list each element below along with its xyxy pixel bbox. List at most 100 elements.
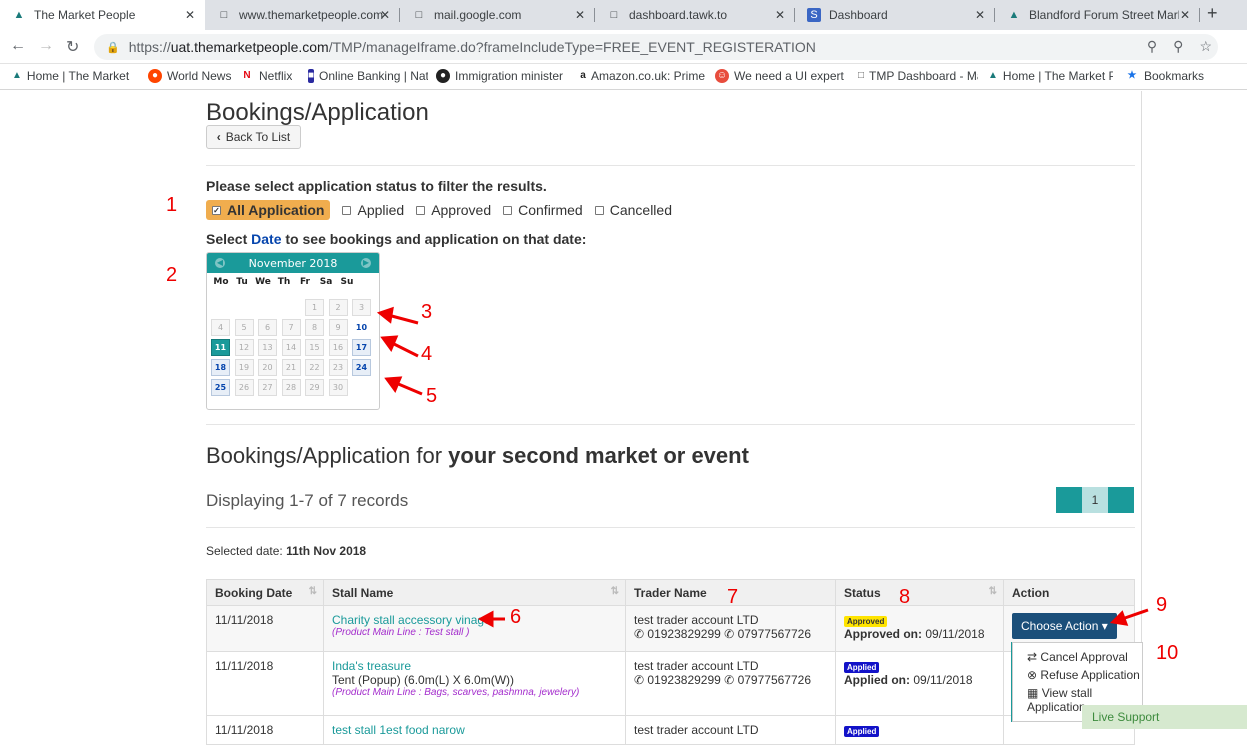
calendar-day[interactable]: 11 — [211, 339, 230, 356]
annotation-number: 10 — [1156, 642, 1179, 664]
bookmark-item[interactable]: ■ Online Banking | Nat — [308, 69, 428, 83]
stall-name-link[interactable]: test stall 1est food narow — [332, 723, 465, 737]
tab-gmail[interactable]: □ mail.google.com ✕ — [400, 0, 595, 30]
zoom-icon[interactable]: ⚲ — [1173, 38, 1183, 55]
annotation-number: 3 — [421, 301, 433, 323]
reload-icon[interactable]: ↻ — [66, 37, 79, 57]
tab-tawk[interactable]: □ dashboard.tawk.to ✕ — [595, 0, 795, 30]
calendar-day: 14 — [281, 339, 301, 356]
close-tab-icon[interactable]: ✕ — [775, 8, 785, 22]
bookmark-item[interactable]: ● World News — [148, 69, 231, 83]
filter-all-application[interactable]: ✓ All Application — [206, 200, 331, 220]
bookings-table: Booking Date ⇅ Stall Name ⇅ Trader Name St… — [206, 579, 1135, 745]
page-icon: □ — [858, 70, 865, 81]
page-content: Bookings/Application ‹ Back To List Plea… — [0, 91, 1247, 745]
stall-detail: Tent (Popup) (6.0m(L) X 6.0m(W)) — [332, 673, 515, 687]
calendar-day: 6 — [258, 319, 277, 336]
bookmark-item[interactable]: ★ Bookmarks — [1125, 69, 1205, 83]
stall-cell: test stall 1est food narow — [323, 715, 626, 745]
calendar-day: 7 — [281, 319, 301, 336]
stall-name-link[interactable]: Inda's treasure — [332, 659, 617, 673]
close-tab-icon[interactable]: ✕ — [1180, 8, 1190, 22]
calendar-day[interactable]: 18 — [211, 359, 230, 376]
calendar-day: 9 — [328, 319, 348, 336]
tab-market-people[interactable]: ▲ The Market People ✕ — [0, 0, 205, 30]
booking-date: 11/11/2018 — [206, 651, 324, 716]
section-title: Bookings/Application for your second mar… — [206, 443, 749, 468]
stall-name-link[interactable]: Charity stall accessory vinage — [332, 613, 491, 627]
dashboard-icon: S — [807, 8, 821, 22]
bookmark-item[interactable]: N Netflix — [240, 69, 292, 83]
chevron-left-icon: ‹ — [216, 130, 221, 144]
grid-icon: ▦ — [1027, 686, 1039, 700]
filter-applied-checkbox[interactable] — [342, 205, 352, 215]
column-header[interactable]: Booking Date ⇅ — [206, 579, 324, 606]
bookmark-item[interactable]: a Amazon.co.uk: Prime — [580, 69, 705, 83]
filter-confirmed-checkbox[interactable] — [503, 205, 513, 215]
calendar-day[interactable]: 17 — [352, 339, 371, 356]
status-badge: Applied — [844, 662, 880, 673]
close-tab-icon[interactable]: ✕ — [380, 8, 390, 22]
calendar-day[interactable]: 25 — [211, 379, 230, 396]
prev-month-icon[interactable]: ◀ — [215, 258, 225, 268]
calendar-day: 30 — [328, 379, 348, 396]
forward-arrow-icon[interactable]: → — [38, 37, 54, 55]
tab-blandford[interactable]: ▲ Blandford Forum Street Marke ✕ — [995, 0, 1200, 30]
pager-page[interactable]: 1 — [1082, 487, 1108, 513]
tab-label: Dashboard — [829, 8, 888, 22]
calendar-day[interactable]: 10 — [352, 319, 371, 336]
bookmark-item[interactable]: ● Immigration minister — [436, 69, 566, 83]
pagination: 1 — [1056, 487, 1134, 513]
cancel-approval-item[interactable]: ⇄ Cancel Approval — [1013, 648, 1142, 666]
pager-next[interactable] — [1108, 487, 1134, 513]
amazon-icon: a — [580, 70, 586, 81]
next-month-icon[interactable]: ▶ — [361, 258, 371, 268]
filter-confirmed-label: Confirmed — [518, 202, 583, 218]
trader-name: test trader account LTD — [634, 659, 759, 673]
market-people-icon: ▲ — [12, 70, 22, 81]
choose-action-button[interactable]: Choose Action ▾ — [1012, 613, 1117, 639]
column-header[interactable]: Stall Name ⇅ — [323, 579, 626, 606]
key-icon[interactable]: ⚲ — [1147, 38, 1157, 55]
records-count: Displaying 1-7 of 7 records — [206, 491, 409, 510]
bookmark-item[interactable]: ▲ Home | The Market P — [988, 69, 1113, 83]
annotation-number: 2 — [166, 264, 178, 286]
url-prefix: https:// — [128, 39, 171, 55]
status-cell: Applied — [835, 715, 1004, 745]
phone-icon: ✆ — [724, 673, 735, 687]
calendar-day: 27 — [258, 379, 277, 396]
tab-www[interactable]: □ www.themarketpeople.com ✕ — [205, 0, 400, 30]
bookmark-item[interactable]: □ TMP Dashboard - Ma — [858, 69, 978, 83]
calendar-day: 20 — [258, 359, 277, 376]
back-arrow-icon[interactable]: ← — [10, 37, 26, 55]
bookmark-item[interactable]: ▲ Home | The Market P — [12, 69, 132, 83]
page-icon: □ — [610, 9, 618, 21]
tab-dashboard[interactable]: S Dashboard ✕ — [795, 0, 995, 30]
sort-icon: ⇅ — [610, 586, 619, 597]
calendar-day[interactable]: 24 — [352, 359, 371, 376]
star-icon[interactable]: ☆ — [1199, 38, 1212, 55]
pager-prev[interactable] — [1056, 487, 1082, 513]
url-host: uat.themarketpeople.com — [170, 39, 329, 55]
calendar-day: 15 — [305, 339, 324, 356]
filter-approved-checkbox[interactable] — [416, 205, 426, 215]
star-icon: ★ — [1127, 70, 1137, 81]
address-bar[interactable]: 🔒 https://uat.themarketpeople.com/TMP/ma… — [94, 34, 1218, 60]
filter-cancelled-checkbox[interactable] — [594, 205, 604, 215]
back-to-list-button[interactable]: ‹ Back To List — [206, 125, 301, 149]
refuse-application-item[interactable]: ⊗ Refuse Application — [1013, 666, 1142, 684]
new-tab-icon[interactable]: + — [1207, 3, 1218, 24]
checkbox-checked-icon: ✓ — [212, 205, 221, 215]
calendar-day: 4 — [211, 319, 230, 336]
product-main-line: (Product Main Line : Bags, scarves, pash… — [332, 687, 580, 698]
phone-icon: ✆ — [724, 627, 735, 641]
column-header[interactable]: Status ⇅ — [835, 579, 1004, 606]
close-tab-icon[interactable]: ✕ — [975, 8, 985, 22]
bookmark-item[interactable]: ☺ We need a UI expert — [715, 69, 845, 83]
calendar-header: ◀ November 2018 ▶ — [207, 253, 379, 273]
annotation-number: 7 — [727, 586, 739, 608]
close-tab-icon[interactable]: ✕ — [185, 8, 195, 22]
stall-cell: Inda's treasure Tent (Popup) (6.0m(L) X … — [323, 651, 626, 716]
live-support-widget[interactable]: Live Support — [1082, 705, 1247, 729]
close-tab-icon[interactable]: ✕ — [575, 8, 585, 22]
